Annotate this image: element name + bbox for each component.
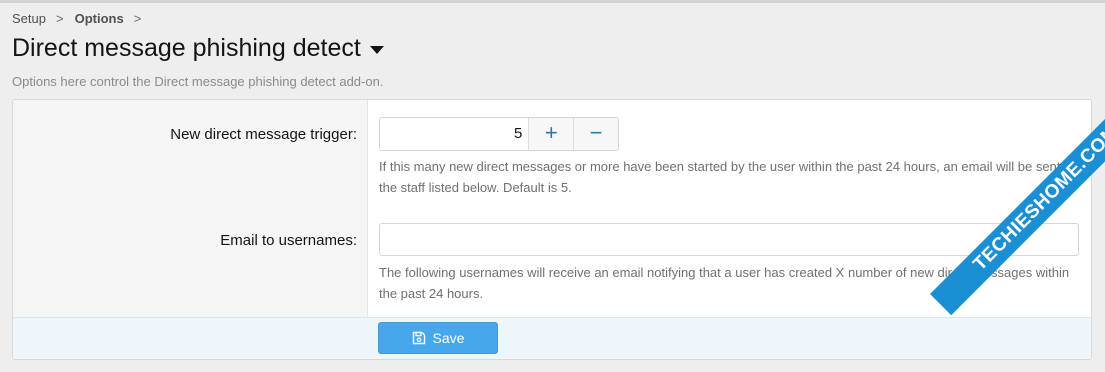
top-border — [0, 0, 1105, 3]
email-label: Email to usernames: — [220, 232, 357, 249]
trigger-label: New direct message trigger: — [170, 126, 357, 143]
page-description: Options here control the Direct message … — [12, 74, 384, 89]
save-label: Save — [432, 330, 465, 346]
breadcrumb-options[interactable]: Options — [75, 11, 124, 26]
page-title: Direct message phishing detect — [12, 34, 361, 62]
save-button[interactable]: Save — [378, 322, 498, 354]
decrement-button[interactable]: − — [573, 118, 618, 150]
options-panel: New direct message trigger: Email to use… — [12, 99, 1092, 360]
trigger-stepper: 5 + − — [379, 117, 619, 151]
label-column: New direct message trigger: Email to use… — [13, 100, 368, 317]
trigger-explain: If this many new direct messages or more… — [379, 159, 1075, 195]
breadcrumb-setup[interactable]: Setup — [12, 11, 46, 26]
caret-down-icon[interactable] — [369, 45, 384, 54]
breadcrumb-separator: > — [55, 11, 64, 26]
breadcrumb-separator: > — [133, 11, 142, 26]
increment-button[interactable]: + — [529, 118, 573, 150]
breadcrumb: Setup > Options > — [12, 11, 152, 26]
trigger-value-input[interactable]: 5 — [380, 118, 530, 150]
floppy-disk-icon — [412, 331, 425, 345]
form-footer: Save — [13, 317, 1091, 359]
title-row: Direct message phishing detect — [12, 34, 384, 63]
